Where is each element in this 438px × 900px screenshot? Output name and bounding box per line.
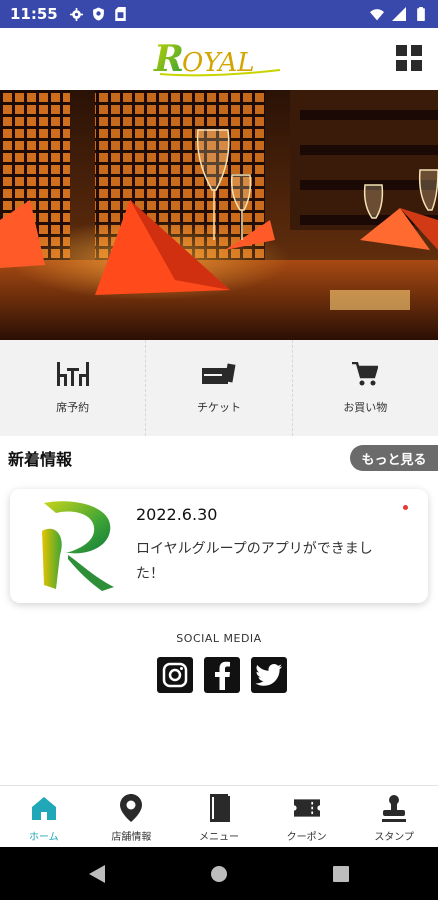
nav-label: スタンプ	[374, 832, 415, 843]
quick-action-reservation[interactable]: 席予約	[0, 340, 147, 436]
signal-icon	[392, 7, 406, 21]
social-media-title: SOCIAL MEDIA	[176, 632, 262, 645]
gear-icon	[70, 7, 84, 21]
quick-action-label: 席予約	[56, 401, 90, 414]
quick-action-label: お買い物	[343, 401, 388, 414]
nav-item-store-info[interactable]: 店舗情報	[88, 786, 176, 847]
shield-icon	[92, 7, 106, 21]
quick-action-shopping[interactable]: お買い物	[293, 340, 438, 436]
nav-item-stamp[interactable]: スタンプ	[350, 786, 438, 847]
battery-icon	[414, 7, 428, 21]
twitter-icon[interactable]	[251, 657, 287, 693]
ticket-icon	[201, 361, 236, 387]
news-header: 新着情報 もっと見る	[0, 444, 438, 472]
instagram-icon[interactable]	[157, 657, 193, 693]
nav-item-home[interactable]: ホーム	[0, 786, 88, 847]
grid-menu-icon[interactable]	[396, 45, 422, 71]
status-time: 11:55	[10, 5, 58, 23]
news-date: 2022.6.30	[136, 505, 218, 524]
sim-card-icon	[114, 7, 128, 21]
shopping-cart-icon	[348, 361, 382, 387]
nav-label: 店舗情報	[111, 832, 152, 843]
more-button[interactable]: もっと見る	[350, 445, 438, 471]
wifi-icon	[370, 7, 384, 21]
back-icon[interactable]	[86, 863, 108, 885]
news-section-title: 新着情報	[8, 450, 73, 469]
coupon-icon	[293, 794, 320, 822]
system-navigation-bar	[0, 847, 438, 900]
nav-item-coupon[interactable]: クーポン	[263, 786, 351, 847]
nav-label: メニュー	[198, 832, 239, 843]
quick-actions: 席予約 チケット お買い物	[0, 340, 438, 436]
bottom-navigation: ホーム 店舗情報 メニュー クーポン スタンプ	[0, 785, 438, 847]
news-text: ロイヤルグループのアプリができました！	[136, 541, 373, 582]
nav-item-menu[interactable]: メニュー	[175, 786, 263, 847]
location-pin-icon	[118, 794, 144, 822]
royal-r-logo	[36, 497, 120, 593]
stamp-icon	[381, 794, 407, 822]
social-icons	[157, 657, 287, 693]
menu-book-icon	[206, 794, 232, 822]
recents-icon[interactable]	[330, 863, 352, 885]
news-card[interactable]: 2022.6.30 ロイヤルグループのアプリができました！	[10, 489, 428, 603]
hero-image	[0, 90, 438, 340]
facebook-icon[interactable]	[204, 657, 240, 693]
nav-label: ホーム	[28, 832, 59, 843]
quick-action-label: チケット	[196, 401, 241, 414]
unread-dot	[403, 505, 408, 510]
status-bar: 11:55	[0, 0, 438, 28]
home-circle-icon[interactable]	[208, 863, 230, 885]
app-header: R OYAL	[0, 28, 438, 90]
royal-logo: R OYAL	[150, 34, 290, 80]
table-reservation-icon	[56, 361, 90, 387]
nav-label: クーポン	[286, 832, 327, 843]
quick-action-ticket[interactable]: チケット	[146, 340, 293, 436]
home-icon	[31, 794, 57, 822]
